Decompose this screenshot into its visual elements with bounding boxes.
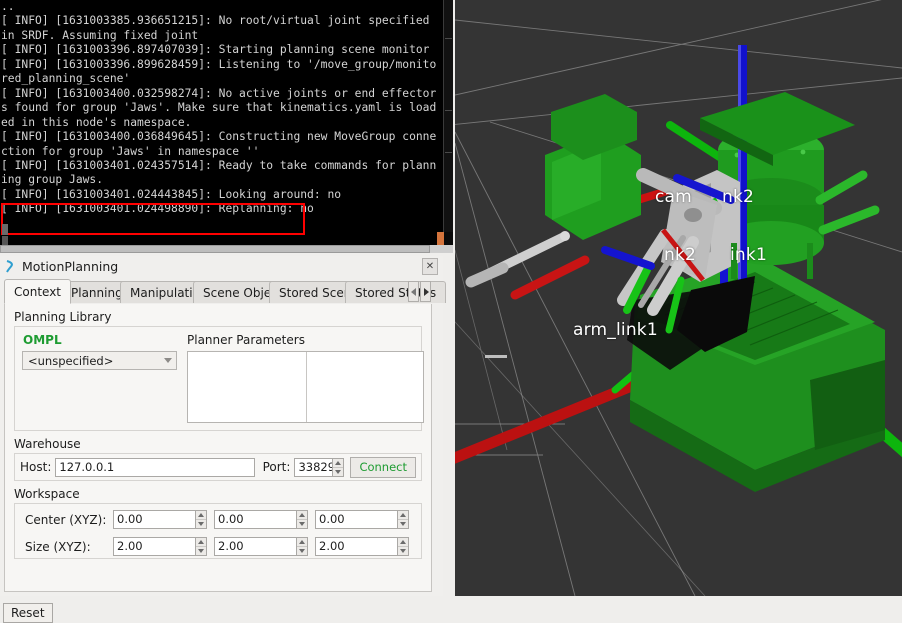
terminal-output: ..[ INFO] [1631003385.936651215]: No roo…	[0, 0, 441, 217]
planner-parameters-label: Planner Parameters	[187, 333, 305, 347]
stepper-down-icon	[196, 547, 206, 555]
panel-body: Context Planning Manipulation Scene Obje…	[0, 276, 447, 596]
chevron-down-icon	[160, 358, 176, 363]
stepper-down-icon	[398, 520, 408, 528]
scene-render	[455, 0, 902, 596]
terminal-line: ..	[1, 0, 15, 13]
planner-library-name: OMPL	[23, 333, 62, 347]
center-z-stepper[interactable]	[397, 510, 409, 529]
tab-scroll-right-button[interactable]	[420, 281, 431, 302]
stepper-up-icon	[196, 538, 206, 547]
center-y-field[interactable]: 0.00	[214, 510, 308, 529]
terminal-vertical-scrollbar[interactable]	[443, 0, 453, 253]
stepper-down-icon	[398, 547, 408, 555]
label-link1-right: ink1	[730, 245, 767, 265]
rviz-3d-viewport[interactable]: cam nk2 nk2 ink1 arm_link1	[455, 0, 902, 596]
size-z-input[interactable]: 2.00	[315, 537, 397, 556]
label-link2-upper: nk2	[722, 187, 755, 207]
center-x-stepper[interactable]	[195, 510, 207, 529]
stepper-up-icon	[297, 511, 307, 520]
center-y-stepper[interactable]	[296, 510, 308, 529]
center-y-input[interactable]: 0.00	[214, 510, 296, 529]
terminal-line: [ INFO] [1631003396.897407039]: Starting…	[1, 43, 430, 57]
size-y-stepper[interactable]	[296, 537, 308, 556]
tab-bar: Context Planning Manipulation Scene Obje…	[4, 279, 447, 305]
size-x-field[interactable]: 2.00	[113, 537, 207, 556]
terminal-line: [ INFO] [1631003401.024443845]: Looking …	[1, 187, 342, 201]
workspace-label: Workspace	[14, 487, 80, 501]
reset-button[interactable]: Reset	[3, 603, 53, 623]
planner-select[interactable]: <unspecified>	[22, 351, 177, 370]
stepper-up-icon	[398, 511, 408, 520]
terminal-line: [ INFO] [1631003400.036849645]: Construc…	[1, 130, 437, 158]
planning-library-group: OMPL <unspecified> Planner Parameters	[14, 326, 424, 431]
terminal-line: [ INFO] [1631003400.032598274]: No activ…	[1, 86, 437, 129]
warehouse-group: Host: 127.0.0.1 Port: 33829 Connect	[14, 453, 422, 481]
terminal-cursor-prev	[2, 224, 8, 235]
size-y-input[interactable]: 2.00	[214, 537, 296, 556]
size-x-stepper[interactable]	[195, 537, 207, 556]
stepper-down-icon	[297, 520, 307, 528]
size-z-stepper[interactable]	[397, 537, 409, 556]
workspace-center-row: Center (XYZ): 0.00 0.00 0.00	[20, 508, 416, 531]
host-label: Host:	[20, 460, 52, 474]
size-xyz-label: Size (XYZ):	[25, 539, 91, 554]
center-z-field[interactable]: 0.00	[315, 510, 409, 529]
stepper-down-icon	[297, 547, 307, 555]
stepper-up-icon	[196, 511, 206, 520]
center-x-input[interactable]: 0.00	[113, 510, 195, 529]
center-xyz-label: Center (XYZ):	[25, 512, 107, 527]
terminal-line: [ INFO] [1631003401.024357514]: Ready to…	[1, 158, 437, 187]
planner-parameters-table[interactable]	[187, 351, 424, 423]
center-z-input[interactable]: 0.00	[315, 510, 397, 529]
planning-library-label: Planning Library	[14, 310, 112, 324]
panel-title-text: MotionPlanning	[22, 258, 119, 274]
stepper-up-icon	[398, 538, 408, 547]
stepper-down-icon	[196, 520, 206, 528]
close-icon[interactable]: ✕	[422, 258, 438, 275]
size-z-field[interactable]: 2.00	[315, 537, 409, 556]
terminal-horizontal-scrollbar[interactable]	[0, 245, 453, 253]
warehouse-label: Warehouse	[14, 437, 81, 451]
panel-title-bar: MotionPlanning ✕	[0, 256, 443, 276]
workspace-group: Center (XYZ): 0.00 0.00 0.00 Size (XYZ):…	[14, 503, 422, 559]
terminal-line: [ INFO] [1631003396.899628459]: Listenin…	[1, 57, 437, 86]
tab-scroll-left-button[interactable]	[408, 281, 419, 302]
label-link2-lower: nk2	[664, 245, 697, 265]
stepper-up-icon	[333, 459, 344, 468]
tab-context[interactable]: Context	[4, 279, 72, 304]
label-arm-link1: arm_link1	[573, 320, 658, 340]
moveit-logo-icon	[4, 259, 17, 273]
host-input[interactable]: 127.0.0.1	[55, 457, 255, 477]
motion-planning-panel: MotionPlanning ✕ Context Planning Manipu…	[0, 256, 447, 596]
port-input[interactable]: 33829	[294, 457, 335, 477]
terminal-scroll-marker	[437, 232, 444, 245]
terminal-line: [ INFO] [1631003401.024498890]: Replanni…	[1, 202, 314, 216]
terminal-line: [ INFO] [1631003385.936651215]: No root/…	[1, 14, 437, 42]
workspace-size-row: Size (XYZ): 2.00 2.00 2.00	[20, 535, 416, 558]
planner-parameters-column-value	[307, 352, 423, 422]
bottom-strip	[0, 596, 902, 622]
size-x-input[interactable]: 2.00	[113, 537, 195, 556]
port-stepper[interactable]	[332, 457, 345, 477]
context-tab-page: Planning Library OMPL <unspecified> Plan…	[4, 304, 432, 592]
planner-parameters-column-name	[188, 352, 307, 422]
connect-button[interactable]: Connect	[350, 456, 416, 478]
stepper-up-icon	[297, 538, 307, 547]
center-x-field[interactable]: 0.00	[113, 510, 207, 529]
size-y-field[interactable]: 2.00	[214, 537, 308, 556]
stepper-down-icon	[333, 468, 343, 476]
label-cam: cam	[655, 187, 692, 207]
planner-select-value: <unspecified>	[28, 353, 114, 368]
terminal-window[interactable]: ..[ INFO] [1631003385.936651215]: No roo…	[0, 0, 453, 253]
port-label: Port:	[262, 460, 291, 474]
